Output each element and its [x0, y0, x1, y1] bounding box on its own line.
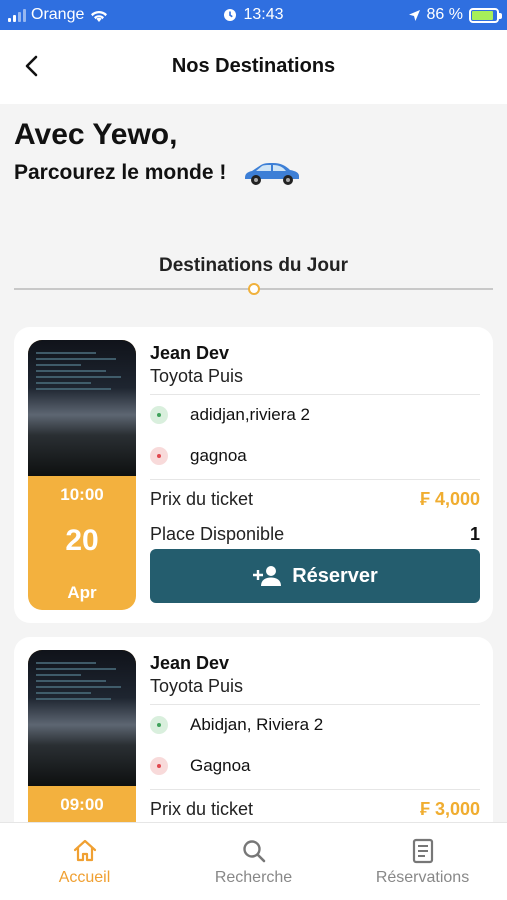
destination-card[interactable]: 10:00 20 Apr Jean Dev Toyota Puis adidja… [14, 327, 493, 623]
battery-percent: 86 % [426, 6, 463, 23]
car-model: Toyota Puis [150, 366, 244, 386]
driver-name: Jean Dev [150, 343, 230, 363]
status-right: 86 % [408, 6, 502, 24]
seats-row: Place Disponible 1 [150, 524, 480, 545]
intro-title: Avec Yewo, [14, 118, 178, 151]
trip-info: Jean Dev Toyota Puis [150, 343, 480, 387]
price-value: ₣ 4,000 [419, 489, 480, 509]
list-icon [412, 838, 433, 864]
price-label: Prix du ticket [150, 489, 254, 509]
trip-time: 10:00 [60, 485, 104, 504]
nav-item-reservations[interactable]: Réservations [338, 823, 507, 900]
section-indicator [248, 283, 260, 295]
car-icon [245, 163, 300, 185]
trip-info: Jean Dev Toyota Puis [150, 653, 480, 697]
section-title: Destinations du Jour [159, 255, 348, 276]
origin-pin-icon [150, 716, 168, 734]
intro-subtitle-row: Parcourez le monde ! [14, 160, 302, 186]
reserve-label: Réserver [292, 564, 378, 587]
destination-pin-icon [150, 447, 168, 465]
nav-label: Réservations [375, 869, 470, 886]
price-row: Prix du ticket ₣ 4,000 [150, 489, 480, 510]
route-to: Gagnoa [150, 756, 251, 776]
trip-day: 20 [65, 524, 99, 557]
battery-icon [469, 7, 502, 23]
route-to: gagnoa [150, 446, 247, 466]
page-title: Nos Destinations [171, 55, 336, 77]
add-user-icon [253, 566, 282, 586]
origin-text: adidjan,riviera 2 [190, 405, 311, 424]
nav-item-recherche[interactable]: Recherche [169, 823, 338, 900]
route-from: Abidjan, Riviera 2 [150, 715, 323, 735]
seats-label: Place Disponible [150, 524, 285, 544]
app-header: Nos Destinations [0, 30, 507, 104]
search-icon [242, 840, 265, 863]
trip-month: Apr [67, 583, 97, 602]
location-arrow-icon [408, 9, 420, 21]
divider [150, 789, 480, 790]
status-time: 13:43 [243, 6, 284, 23]
divider [150, 394, 480, 395]
destination-text: Gagnoa [190, 756, 251, 775]
price-value: ₣ 3,000 [419, 799, 480, 819]
intro-subtitle: Parcourez le monde ! [14, 161, 227, 184]
seats-value: 1 [469, 524, 480, 544]
reserve-button[interactable]: Réserver [150, 549, 480, 603]
destination-pin-icon [150, 757, 168, 775]
origin-pin-icon [150, 406, 168, 424]
trip-time: 09:00 [60, 795, 104, 814]
divider [150, 704, 480, 705]
status-bar: Orange 13:43 86 % [0, 0, 507, 30]
destination-text: gagnoa [190, 446, 247, 465]
driver-name: Jean Dev [150, 653, 230, 673]
divider [150, 479, 480, 480]
origin-text: Abidjan, Riviera 2 [190, 715, 324, 734]
trip-image [28, 340, 136, 476]
home-icon [73, 839, 96, 862]
alarm-icon [224, 9, 237, 21]
bottom-nav: Accueil Recherche Réservations [0, 822, 507, 900]
nav-label: Accueil [58, 869, 111, 886]
car-model: Toyota Puis [150, 676, 244, 696]
price-label: Prix du ticket [150, 799, 254, 819]
trip-image [28, 650, 136, 786]
nav-label: Recherche [214, 869, 293, 886]
route-from: adidjan,riviera 2 [150, 405, 310, 425]
nav-item-accueil[interactable]: Accueil [0, 823, 169, 900]
trip-thumbnail: 10:00 20 Apr [28, 340, 136, 610]
price-row: Prix du ticket ₣ 3,000 [150, 799, 480, 820]
